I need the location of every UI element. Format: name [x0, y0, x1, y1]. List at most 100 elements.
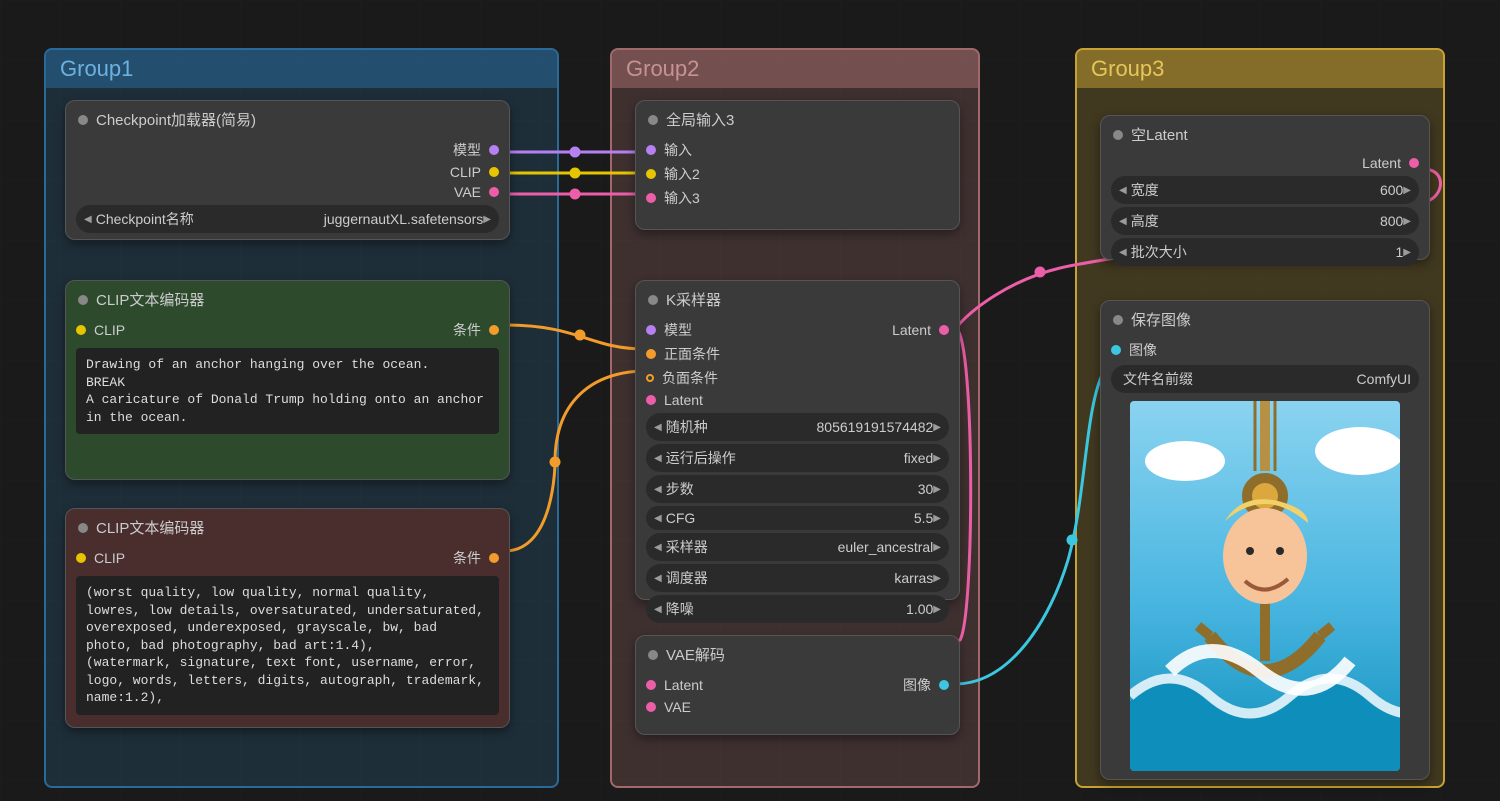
output-port-icon[interactable] [939, 325, 949, 335]
filename-prefix-widget[interactable]: 文件名前缀 ComfyUI [1111, 365, 1419, 393]
input-port-icon[interactable] [646, 349, 656, 359]
group-header[interactable]: Group2 [612, 50, 978, 88]
denoise-widget[interactable]: ◀降噪1.00▶ [646, 595, 949, 623]
prompt-textarea[interactable]: (worst quality, low quality, normal qual… [76, 576, 499, 715]
output-port-icon[interactable] [489, 167, 499, 177]
node-clip-positive[interactable]: CLIP文本编码器 CLIP 条件 Drawing of an anchor h… [65, 280, 510, 480]
node-header[interactable]: VAE解码 [636, 636, 959, 673]
node-header[interactable]: K采样器 [636, 281, 959, 318]
cfg-widget[interactable]: ◀CFG5.5▶ [646, 506, 949, 530]
chevron-left-icon[interactable]: ◀ [654, 453, 662, 464]
widget-label: 降噪 [666, 599, 694, 619]
batch-widget[interactable]: ◀ 批次大小1▶ [1111, 238, 1419, 266]
steps-widget[interactable]: ◀步数30▶ [646, 475, 949, 503]
collapse-dot-icon[interactable] [78, 523, 88, 533]
input-port-icon[interactable] [646, 680, 656, 690]
output-port-icon[interactable] [489, 325, 499, 335]
output-port-icon[interactable] [1409, 158, 1419, 168]
chevron-right-icon[interactable]: ▶ [483, 214, 491, 225]
chevron-right-icon[interactable]: ▶ [1403, 185, 1411, 196]
chevron-left-icon[interactable]: ◀ [654, 422, 662, 433]
group-header[interactable]: Group1 [46, 50, 557, 88]
chevron-left-icon[interactable]: ◀ [654, 542, 662, 553]
input-port-icon[interactable] [646, 145, 656, 155]
node-title: 空Latent [1131, 124, 1188, 145]
collapse-dot-icon[interactable] [648, 115, 658, 125]
input-port-icon[interactable] [646, 193, 656, 203]
input-port-icon[interactable] [646, 374, 654, 382]
input-port-icon[interactable] [1111, 345, 1121, 355]
chevron-left-icon[interactable]: ◀ [654, 573, 662, 584]
chevron-left-icon[interactable]: ◀ [1119, 216, 1127, 227]
widget-value: 1 [1187, 244, 1404, 260]
output-port-icon[interactable] [939, 680, 949, 690]
widget-label: Checkpoint名称 [96, 209, 194, 229]
chevron-left-icon[interactable]: ◀ [654, 513, 662, 524]
input-port-icon[interactable] [646, 169, 656, 179]
node-header[interactable]: 空Latent [1101, 116, 1429, 153]
node-vae-decode[interactable]: VAE解码 Latent 图像 VAE [635, 635, 960, 735]
widget-value: 30 [694, 481, 934, 497]
node-empty-latent[interactable]: 空Latent Latent ◀宽度600▶ ◀高度800▶ ◀批次大小1▶ [1100, 115, 1430, 260]
node-header[interactable]: CLIP文本编码器 [66, 509, 509, 546]
collapse-dot-icon[interactable] [648, 650, 658, 660]
chevron-right-icon[interactable]: ▶ [933, 484, 941, 495]
checkpoint-name-widget[interactable]: ◀ Checkpoint名称 juggernautXL.safetensors … [76, 205, 499, 233]
node-header[interactable]: 全局输入3 [636, 101, 959, 138]
width-widget[interactable]: ◀ 宽度600▶ [1111, 176, 1419, 204]
scheduler-widget[interactable]: ◀调度器karras▶ [646, 564, 949, 592]
chevron-right-icon[interactable]: ▶ [933, 453, 941, 464]
input-port-icon[interactable] [76, 325, 86, 335]
output-image-preview[interactable] [1130, 401, 1400, 771]
widget-label: 高度 [1131, 211, 1159, 231]
collapse-dot-icon[interactable] [648, 295, 658, 305]
node-checkpoint-loader[interactable]: Checkpoint加载器(简易) 模型 CLIP VAE ◀ Checkpoi… [65, 100, 510, 240]
input-port-icon[interactable] [76, 553, 86, 563]
widget-label: 批次大小 [1131, 242, 1187, 262]
chevron-right-icon[interactable]: ▶ [933, 422, 941, 433]
node-header[interactable]: Checkpoint加载器(简易) [66, 101, 509, 138]
chevron-right-icon[interactable]: ▶ [1403, 216, 1411, 227]
chevron-left-icon[interactable]: ◀ [1119, 247, 1127, 258]
chevron-left-icon[interactable]: ◀ [84, 214, 92, 225]
output-port-icon[interactable] [489, 145, 499, 155]
input-port-icon[interactable] [646, 395, 656, 405]
output-port-icon[interactable] [489, 553, 499, 563]
collapse-dot-icon[interactable] [1113, 130, 1123, 140]
sampler-widget[interactable]: ◀采样器euler_ancestral▶ [646, 533, 949, 561]
node-header[interactable]: 保存图像 [1101, 301, 1429, 338]
node-ksampler[interactable]: K采样器 模型 Latent 正面条件 负面条件 Latent ◀随机种8056… [635, 280, 960, 600]
chevron-right-icon[interactable]: ▶ [933, 542, 941, 553]
chevron-left-icon[interactable]: ◀ [654, 604, 662, 615]
port-label: Latent [892, 322, 931, 338]
collapse-dot-icon[interactable] [78, 115, 88, 125]
widget-label: 宽度 [1131, 180, 1159, 200]
input-port-icon[interactable] [646, 702, 656, 712]
after-widget[interactable]: ◀运行后操作fixed▶ [646, 444, 949, 472]
input-port-icon[interactable] [646, 325, 656, 335]
chevron-right-icon[interactable]: ▶ [933, 604, 941, 615]
port-label: 负面条件 [662, 368, 718, 388]
widget-value: fixed [736, 450, 934, 466]
node-global-input3[interactable]: 全局输入3 输入 输入2 输入3 [635, 100, 960, 230]
node-header[interactable]: CLIP文本编码器 [66, 281, 509, 318]
node-title: CLIP文本编码器 [96, 517, 204, 538]
widget-label: CFG [666, 510, 696, 526]
chevron-right-icon[interactable]: ▶ [1403, 247, 1411, 258]
collapse-dot-icon[interactable] [78, 295, 88, 305]
collapse-dot-icon[interactable] [1113, 315, 1123, 325]
widget-value: 600 [1159, 182, 1404, 198]
chevron-right-icon[interactable]: ▶ [933, 573, 941, 584]
chevron-left-icon[interactable]: ◀ [1119, 185, 1127, 196]
node-save-image[interactable]: 保存图像 图像 文件名前缀 ComfyUI [1100, 300, 1430, 780]
port-label: 条件 [453, 320, 481, 340]
seed-widget[interactable]: ◀随机种805619191574482▶ [646, 413, 949, 441]
group-header[interactable]: Group3 [1077, 50, 1443, 88]
height-widget[interactable]: ◀高度800▶ [1111, 207, 1419, 235]
node-title: K采样器 [666, 289, 721, 310]
output-port-icon[interactable] [489, 187, 499, 197]
chevron-right-icon[interactable]: ▶ [933, 513, 941, 524]
chevron-left-icon[interactable]: ◀ [654, 484, 662, 495]
prompt-textarea[interactable]: Drawing of an anchor hanging over the oc… [76, 348, 499, 434]
node-clip-negative[interactable]: CLIP文本编码器 CLIP 条件 (worst quality, low qu… [65, 508, 510, 728]
